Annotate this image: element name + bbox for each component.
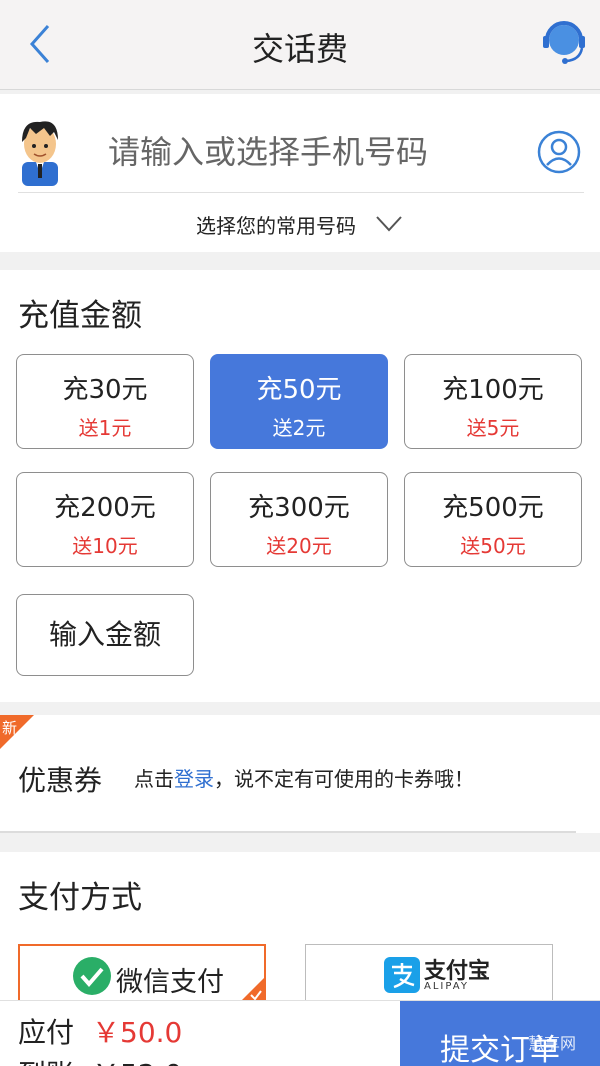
coupon-section: 新 优惠券 点击登录，说不定有可使用的卡券哦！ (0, 715, 600, 833)
amount-option-30[interactable]: 充30元 送1元 (16, 354, 194, 449)
bonus-label: 送2元 (272, 416, 326, 440)
amount-option-500[interactable]: 充500元 送50元 (404, 472, 582, 567)
section-title: 充值金额 (18, 298, 142, 334)
login-link[interactable]: 登录 (174, 767, 214, 791)
bottom-bar: 应付 ￥50.0 到账 ￥52.0 提交订单 (0, 1000, 600, 1066)
new-badge-label: 新 (2, 719, 18, 737)
chevron-down-icon (376, 216, 402, 232)
divider (18, 192, 584, 193)
phone-card: 选择您的常用号码 (0, 94, 600, 252)
amount-option-200[interactable]: 充200元 送10元 (16, 472, 194, 567)
wechat-pay-option[interactable]: 微信支付 (18, 944, 266, 1004)
bonus-label: 送5元 (466, 416, 520, 440)
amount-option-100[interactable]: 充100元 送5元 (404, 354, 582, 449)
amount-due-value: ￥50.0 (92, 1016, 183, 1049)
custom-amount-button[interactable]: 输入金额 (16, 594, 194, 676)
common-numbers-selector[interactable]: 选择您的常用号码 (0, 204, 600, 244)
divider (0, 831, 576, 833)
selected-check-icon (240, 978, 264, 1002)
amount-label: 充50元 (256, 375, 342, 405)
coupon-suffix: ，说不定有可使用的卡券哦！ (214, 767, 474, 791)
avatar (22, 121, 58, 186)
bonus-label: 送1元 (78, 416, 132, 440)
amount-arrive-value: ￥52.0 (92, 1053, 182, 1066)
bonus-label: 送50元 (460, 534, 526, 558)
coupon-prefix: 点击 (134, 767, 174, 791)
wechat-pay-label: 微信支付 (116, 967, 224, 998)
section-title: 支付方式 (18, 880, 142, 916)
amount-label: 充300元 (248, 493, 350, 523)
amount-label: 充200元 (54, 493, 156, 523)
amount-label: 充500元 (442, 493, 544, 523)
alipay-icon (384, 957, 420, 993)
alipay-option[interactable]: 支付宝 ALIPAY (305, 944, 553, 1004)
common-numbers-label: 选择您的常用号码 (196, 213, 356, 238)
recharge-amount-section: 充值金额 充30元 送1元 充50元 送2元 充100元 送5元 充200元 送… (0, 270, 600, 702)
amount-option-50[interactable]: 充50元 送2元 (210, 354, 388, 449)
amount-label: 充100元 (442, 375, 544, 405)
watermark: 慧享网 (528, 1034, 577, 1053)
amount-arrive-label: 到账 (18, 1053, 74, 1066)
amount-label: 充30元 (62, 375, 148, 405)
top-bar: 交话费 (0, 0, 600, 90)
coupon-title: 优惠券 (18, 764, 103, 797)
phone-number-input[interactable] (108, 124, 528, 180)
customer-service-icon[interactable] (538, 16, 590, 68)
contact-icon[interactable] (537, 130, 581, 174)
amount-due-label: 应付 (18, 1016, 75, 1049)
bonus-label: 送20元 (266, 534, 332, 558)
alipay-sub-label: ALIPAY (424, 981, 469, 992)
wechat-icon (73, 957, 111, 995)
coupon-message: 点击登录，说不定有可使用的卡券哦！ (134, 763, 474, 792)
amount-option-300[interactable]: 充300元 送20元 (210, 472, 388, 567)
page-title: 交话费 (251, 30, 348, 68)
bonus-label: 送10元 (72, 534, 138, 558)
